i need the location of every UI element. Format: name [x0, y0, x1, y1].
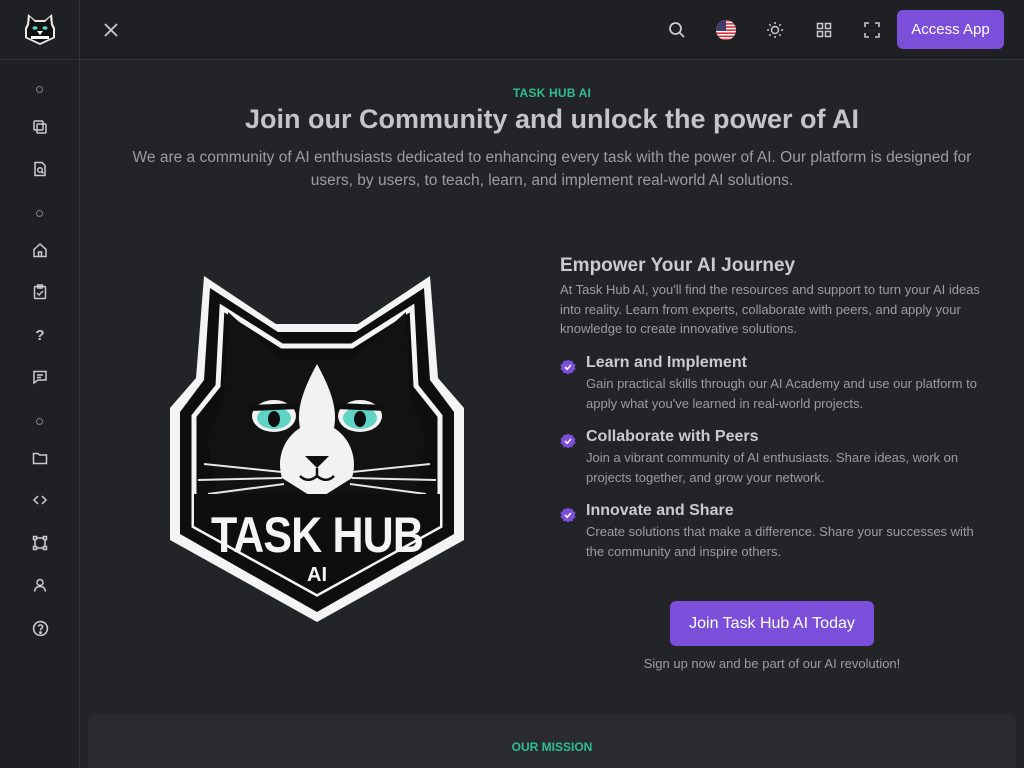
join-button[interactable]: Join Task Hub AI Today	[670, 601, 874, 646]
fullscreen-icon[interactable]	[860, 18, 884, 42]
sidebar: ?	[0, 0, 80, 768]
grid-icon[interactable]	[812, 18, 836, 42]
logo-text-line1: TASK HUB	[210, 507, 424, 563]
access-app-button[interactable]: Access App	[897, 10, 1004, 49]
section-dot	[36, 86, 43, 93]
sun-icon[interactable]	[763, 18, 787, 42]
check-badge-icon	[560, 507, 576, 523]
feature-description: Join a vibrant community of AI enthusias…	[586, 450, 959, 485]
page-title: Join our Community and unlock the power …	[244, 104, 859, 134]
help-circle-icon[interactable]	[29, 617, 51, 639]
section-dot	[36, 210, 43, 217]
check-badge-icon	[560, 433, 576, 449]
clipboard-check-icon[interactable]	[29, 281, 51, 303]
join-note: Sign up now and be part of our AI revolu…	[643, 656, 901, 671]
search-icon[interactable]	[665, 18, 689, 42]
journey-title: Empower Your AI Journey	[560, 255, 796, 276]
feature-description: Gain practical skills through our AI Aca…	[586, 376, 977, 411]
logo-text-line2: AI	[307, 564, 327, 586]
sidebar-divider	[0, 59, 80, 60]
feature-title: Learn and Implement	[586, 354, 747, 371]
mission-eyebrow: OUR MISSION	[511, 740, 593, 754]
feature-title: Collaborate with Peers	[586, 428, 759, 445]
section-dot	[36, 418, 43, 425]
folder-icon[interactable]	[29, 447, 51, 469]
check-badge-icon	[560, 359, 576, 375]
hero-eyebrow: TASK HUB AI	[512, 86, 592, 100]
help-icon[interactable]: ?	[29, 324, 51, 346]
us-flag-icon[interactable]	[714, 18, 738, 42]
mission-section: OUR MISSION	[88, 714, 1016, 768]
hero-subtitle: We are a community of AI enthusiasts ded…	[132, 149, 972, 189]
journey-description: At Task Hub AI, you'll find the resource…	[560, 282, 980, 336]
chat-icon[interactable]	[29, 366, 51, 388]
top-header: Access App	[80, 0, 1024, 60]
search-file-icon[interactable]	[29, 158, 51, 180]
feature-description: Create solutions that make a difference.…	[586, 524, 974, 559]
home-icon[interactable]	[29, 239, 51, 261]
user-icon[interactable]	[29, 574, 51, 596]
code-icon[interactable]	[29, 489, 51, 511]
copy-icon[interactable]	[29, 116, 51, 138]
feature-title: Innovate and Share	[586, 502, 734, 519]
network-icon[interactable]	[29, 532, 51, 554]
task-hub-ai-cat-logo: TASK HUB AI	[164, 268, 470, 626]
task-hub-ai-logo-icon[interactable]	[24, 12, 56, 46]
close-icon[interactable]	[99, 18, 123, 42]
